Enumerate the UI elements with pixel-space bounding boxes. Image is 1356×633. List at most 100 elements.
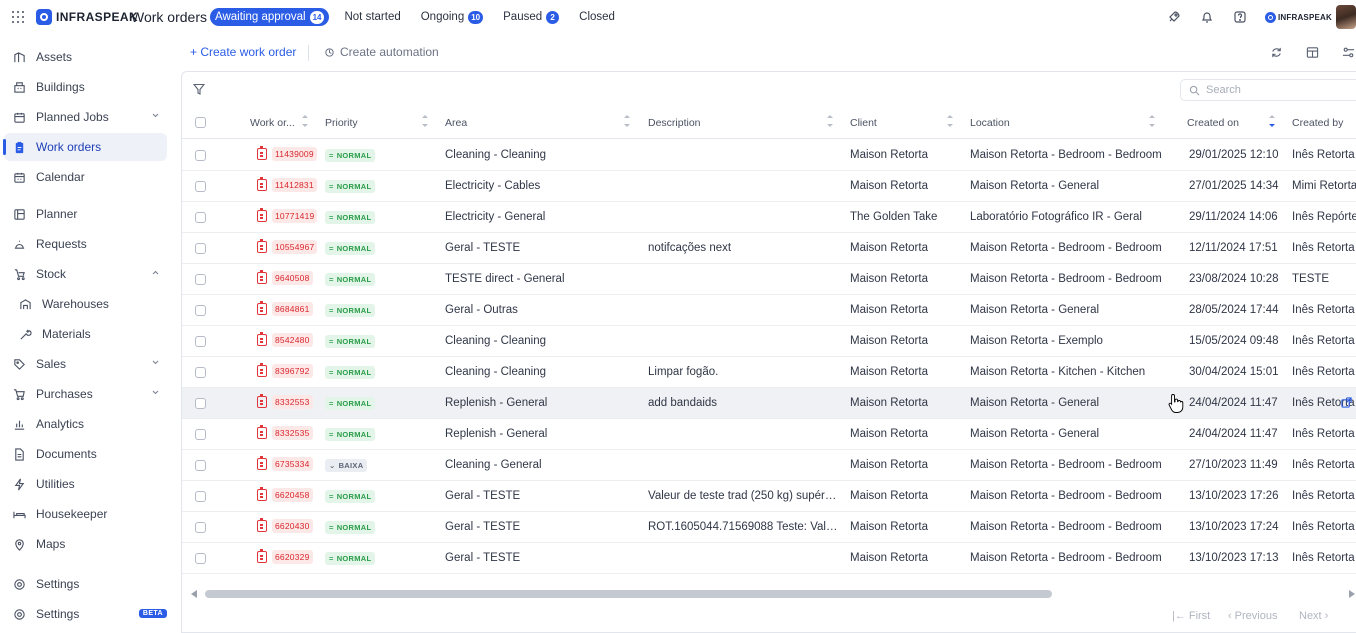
work-order-id[interactable]: 6620329 [257,549,313,564]
sidebar-item-purchases[interactable]: Purchases [4,380,167,408]
row-checkbox[interactable] [195,429,206,443]
row-checkbox[interactable] [195,274,206,288]
help-icon[interactable] [1232,9,1248,25]
column-header-work-order[interactable]: Work or... [250,117,295,129]
sidebar-item-requests[interactable]: Requests [4,230,167,258]
sidebar-item-stock[interactable]: Stock [4,260,167,288]
work-order-id[interactable]: 6620458 [257,487,313,502]
rocket-icon[interactable] [1166,9,1182,25]
column-header-created-on[interactable]: Created on [1187,117,1239,129]
row-checkbox[interactable] [195,460,206,474]
table-row[interactable]: 6620430 = NORMAL Geral - TESTE ROT.1605044.7… [182,512,1356,543]
pagination-previous-button[interactable]: ‹ Previous [1228,610,1277,622]
sort-icon[interactable] [422,114,428,128]
column-header-area[interactable]: Area [445,117,467,129]
column-header-priority[interactable]: Priority [325,117,358,129]
settings-sliders-icon[interactable] [1341,45,1355,59]
work-order-id[interactable]: 8542480 [257,332,313,347]
sidebar-item-planner[interactable]: Planner [4,200,167,228]
tab-ongoing[interactable]: Ongoing 10 [416,8,488,26]
work-order-id[interactable]: 8332535 [257,425,313,440]
horizontal-scrollbar-thumb[interactable] [205,590,1052,598]
sidebar-item-housekeeper[interactable]: Housekeeper [4,500,167,528]
scroll-left-arrow[interactable] [191,590,197,598]
sidebar-item-buildings[interactable]: Buildings [4,73,167,101]
row-checkbox[interactable] [195,367,206,381]
search-box[interactable] [1180,79,1356,101]
bell-icon[interactable] [1199,9,1215,25]
table-row[interactable]: 8332535 = NORMAL Replenish - General Maison … [182,419,1356,450]
tab-paused[interactable]: Paused 2 [498,8,564,26]
row-checkbox[interactable] [195,336,206,350]
sidebar-item-calendar[interactable]: Calendar [4,163,167,191]
filter-icon[interactable] [193,83,205,95]
open-external-icon[interactable] [1341,397,1352,408]
sidebar-item-assets[interactable]: Assets [4,43,167,71]
sidebar-item-sales[interactable]: Sales [4,350,167,378]
column-header-client[interactable]: Client [850,117,877,129]
table-row[interactable]: 6620458 = NORMAL Geral - TESTE Valeur de tes… [182,481,1356,512]
row-checkbox[interactable] [195,398,206,412]
search-input[interactable] [1206,84,1336,96]
create-work-order-button[interactable]: + Create work order [190,45,296,59]
sidebar-item-documents[interactable]: Documents [4,440,167,468]
create-automation-button[interactable]: Create automation [324,45,439,59]
column-header-created-by[interactable]: Created by [1292,117,1343,129]
sidebar-item-utilities[interactable]: Utilities [4,470,167,498]
pagination-first-button[interactable]: |← First [1172,610,1210,622]
work-order-id[interactable]: 11412831 [257,177,317,192]
pagination-next-button[interactable]: Next › [1299,610,1328,622]
sort-icon[interactable] [624,114,630,128]
sidebar-item-analytics[interactable]: Analytics [4,410,167,438]
sidebar-item-materials[interactable]: Materials [4,320,167,348]
table-row[interactable]: 6735334 ⌄ BAIXA Cleaning - General Maison Re… [182,450,1356,481]
table-row[interactable]: 11412831 = NORMAL Electricity - Cables Maiso… [182,171,1356,202]
work-order-id[interactable]: 6735334 [257,456,313,471]
table-row[interactable]: 9640508 = NORMAL TESTE direct - General Mais… [182,264,1356,295]
table-row[interactable]: 10554967 = NORMAL Geral - TESTE notifcações … [182,233,1356,264]
row-checkbox[interactable] [195,305,206,319]
brand-logo[interactable]: INFRASPEAK [36,9,138,25]
column-header-description[interactable]: Description [648,117,701,129]
table-row[interactable]: 8542480 = NORMAL Cleaning - Cleaning Maison … [182,326,1356,357]
row-checkbox[interactable] [195,491,206,505]
work-order-id[interactable]: 10771419 [257,208,318,223]
row-checkbox[interactable] [195,522,206,536]
sort-icon[interactable] [947,114,953,128]
sidebar-item-settings-beta[interactable]: Settings BETA [4,600,167,628]
sidebar-item-planned-jobs[interactable]: Planned Jobs [4,103,167,131]
table-row[interactable]: 8684861 = NORMAL Geral - Outras Maison Retor… [182,295,1356,326]
sort-icon[interactable] [302,114,308,128]
work-order-id[interactable]: 8396792 [257,363,313,378]
sidebar-item-warehouses[interactable]: Warehouses [4,290,167,318]
sort-icon[interactable] [827,114,833,128]
table-row[interactable]: 8396792 = NORMAL Cleaning - Cleaning Limpar … [182,357,1356,388]
sort-icon[interactable] [1149,114,1155,128]
row-checkbox[interactable] [195,553,206,567]
work-order-id[interactable]: 8332553 [257,394,313,409]
tab-not-started[interactable]: Not started [339,8,405,26]
tab-closed[interactable]: Closed [574,8,620,26]
table-row[interactable]: 10771419 = NORMAL Electricity - General The … [182,202,1356,233]
sidebar-item-work-orders[interactable]: Work orders [3,133,167,161]
row-checkbox[interactable] [195,212,206,226]
columns-layout-icon[interactable] [1305,45,1319,59]
account-brand[interactable]: INFRASPEAK [1264,11,1332,23]
table-row[interactable]: 6620329 = NORMAL Geral - TESTE Maison Retort… [182,543,1356,574]
apps-grid-icon[interactable] [12,11,24,23]
work-order-id[interactable]: 11439009 [257,146,317,161]
refresh-icon[interactable] [1269,45,1283,59]
column-header-location[interactable]: Location [970,117,1010,129]
row-checkbox[interactable] [195,243,206,257]
work-order-id[interactable]: 9640508 [257,270,313,285]
sidebar-item-maps[interactable]: Maps [4,530,167,558]
sidebar-item-settings[interactable]: Settings [4,570,167,598]
work-order-id[interactable]: 10554967 [257,239,318,254]
sort-desc-icon[interactable] [1269,114,1275,128]
table-row[interactable]: 11439009 = NORMAL Cleaning - Cleaning Maison… [182,140,1356,171]
work-order-id[interactable]: 6620430 [257,518,313,533]
row-checkbox[interactable] [195,150,206,164]
scroll-right-arrow[interactable] [1349,590,1355,598]
select-all-checkbox[interactable] [195,117,206,131]
work-order-id[interactable]: 8684861 [257,301,313,316]
